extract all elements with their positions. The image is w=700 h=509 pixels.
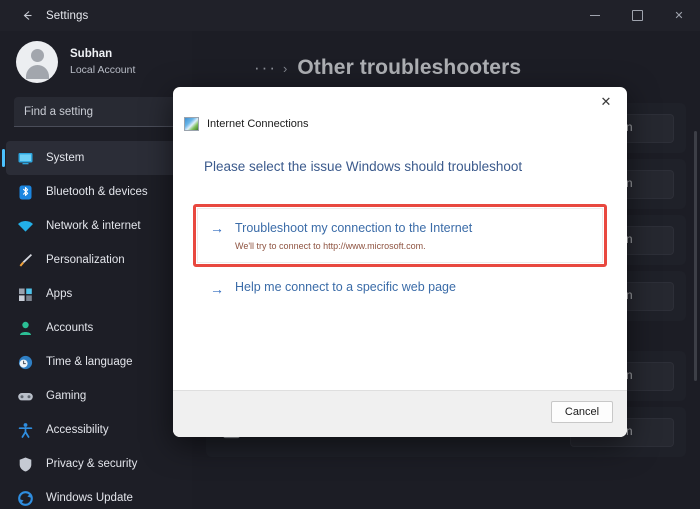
sidebar-item-time-language[interactable]: Time & language bbox=[0, 345, 192, 379]
search-wrapper bbox=[0, 93, 192, 127]
option-title: Troubleshoot my connection to the Intern… bbox=[235, 221, 473, 235]
user-profile[interactable]: Subhan Local Account bbox=[0, 31, 192, 93]
content-scrollbar[interactable] bbox=[694, 131, 697, 381]
dialog-footer: Cancel bbox=[173, 390, 627, 437]
option-text-group: Troubleshoot my connection to the Intern… bbox=[235, 219, 472, 251]
chevron-right-icon: › bbox=[282, 60, 288, 76]
sidebar-item-label: Apps bbox=[46, 288, 73, 300]
profile-name: Subhan bbox=[70, 48, 113, 61]
minimize-button[interactable] bbox=[574, 0, 616, 31]
sidebar-item-label: Accounts bbox=[46, 322, 94, 334]
sidebar-item-label: Windows Update bbox=[46, 492, 133, 504]
cancel-button[interactable]: Cancel bbox=[551, 401, 613, 423]
sidebar-item-apps[interactable]: Apps bbox=[0, 277, 192, 311]
option-title: Help me connect to a specific web page bbox=[235, 280, 456, 294]
dialog-close-button[interactable]: ✕ bbox=[585, 87, 627, 117]
option-subtitle: We'll try to connect to http://www.micro… bbox=[235, 241, 426, 251]
sidebar-item-label: System bbox=[46, 152, 85, 164]
sidebar-item-label: Privacy & security bbox=[46, 458, 138, 470]
highlight-annotation: → Troubleshoot my connection to the Inte… bbox=[193, 204, 607, 267]
app-title: Settings bbox=[46, 9, 89, 22]
back-arrow-icon bbox=[23, 11, 31, 20]
sidebar-item-bluetooth-devices[interactable]: Bluetooth & devices bbox=[0, 175, 192, 209]
sidebar-item-windows-update[interactable]: Windows Update bbox=[0, 481, 192, 509]
sidebar: Subhan Local Account System bbox=[0, 31, 192, 509]
arrow-right-icon: → bbox=[210, 220, 224, 236]
maximize-button[interactable] bbox=[616, 0, 658, 31]
sidebar-item-personalization[interactable]: Personalization bbox=[0, 243, 192, 277]
arrow-right-icon: → bbox=[210, 281, 224, 297]
title-bar: Settings ✕ bbox=[0, 0, 700, 31]
dialog-header: Internet Connections bbox=[173, 87, 627, 131]
monitor-icon bbox=[16, 149, 34, 167]
search-input[interactable] bbox=[24, 105, 168, 118]
sidebar-nav: System Bluetooth & devices Network & int… bbox=[0, 141, 192, 509]
dialog-header-title: Internet Connections bbox=[207, 118, 309, 130]
settings-window: Settings ✕ Subhan Local Account Find a s… bbox=[0, 0, 700, 509]
internet-connections-dialog: ✕ Internet Connections Please select the… bbox=[173, 87, 627, 437]
dialog-options: → Troubleshoot my connection to the Inte… bbox=[173, 174, 627, 296]
page-title: Other troubleshooters bbox=[297, 56, 522, 79]
wifi-icon bbox=[16, 217, 34, 235]
sidebar-item-system[interactable]: System bbox=[2, 141, 186, 175]
clock-globe-icon bbox=[16, 353, 34, 371]
search-box[interactable] bbox=[14, 97, 178, 127]
window-controls: ✕ bbox=[574, 0, 700, 31]
person-icon bbox=[16, 319, 34, 337]
sidebar-item-label: Time & language bbox=[46, 356, 133, 368]
back-button[interactable] bbox=[12, 4, 42, 28]
option-troubleshoot-internet[interactable]: → Troubleshoot my connection to the Inte… bbox=[197, 208, 603, 263]
sidebar-item-label: Bluetooth & devices bbox=[46, 186, 148, 198]
sidebar-item-privacy-security[interactable]: Privacy & security bbox=[0, 447, 192, 481]
sidebar-item-label: Accessibility bbox=[46, 424, 109, 436]
accessibility-icon bbox=[16, 421, 34, 439]
sidebar-item-gaming[interactable]: Gaming bbox=[0, 379, 192, 413]
sidebar-item-label: Network & internet bbox=[46, 220, 141, 232]
update-refresh-icon bbox=[16, 489, 34, 507]
active-indicator bbox=[2, 149, 5, 167]
sidebar-item-accessibility[interactable]: Accessibility bbox=[0, 413, 192, 447]
breadcrumb-overflow-button[interactable]: ··· bbox=[254, 58, 277, 78]
bluetooth-icon bbox=[16, 183, 34, 201]
sidebar-item-label: Personalization bbox=[46, 254, 125, 266]
profile-text: Subhan Local Account bbox=[70, 47, 135, 77]
close-button[interactable]: ✕ bbox=[658, 0, 700, 31]
profile-account-type: Local Account bbox=[70, 63, 136, 76]
gamepad-icon bbox=[16, 387, 34, 405]
sidebar-item-label: Gaming bbox=[46, 390, 87, 402]
avatar bbox=[16, 41, 58, 83]
paintbrush-icon bbox=[16, 251, 34, 269]
breadcrumb: ··· › Other troubleshooters bbox=[192, 31, 700, 87]
option-specific-web-page[interactable]: → Help me connect to a specific web page bbox=[193, 267, 607, 296]
sidebar-item-accounts[interactable]: Accounts bbox=[0, 311, 192, 345]
sidebar-item-network-internet[interactable]: Network & internet bbox=[0, 209, 192, 243]
apps-grid-icon bbox=[16, 285, 34, 303]
internet-connections-icon bbox=[184, 117, 199, 131]
dialog-prompt: Please select the issue Windows should t… bbox=[204, 159, 523, 174]
shield-icon bbox=[16, 455, 34, 473]
